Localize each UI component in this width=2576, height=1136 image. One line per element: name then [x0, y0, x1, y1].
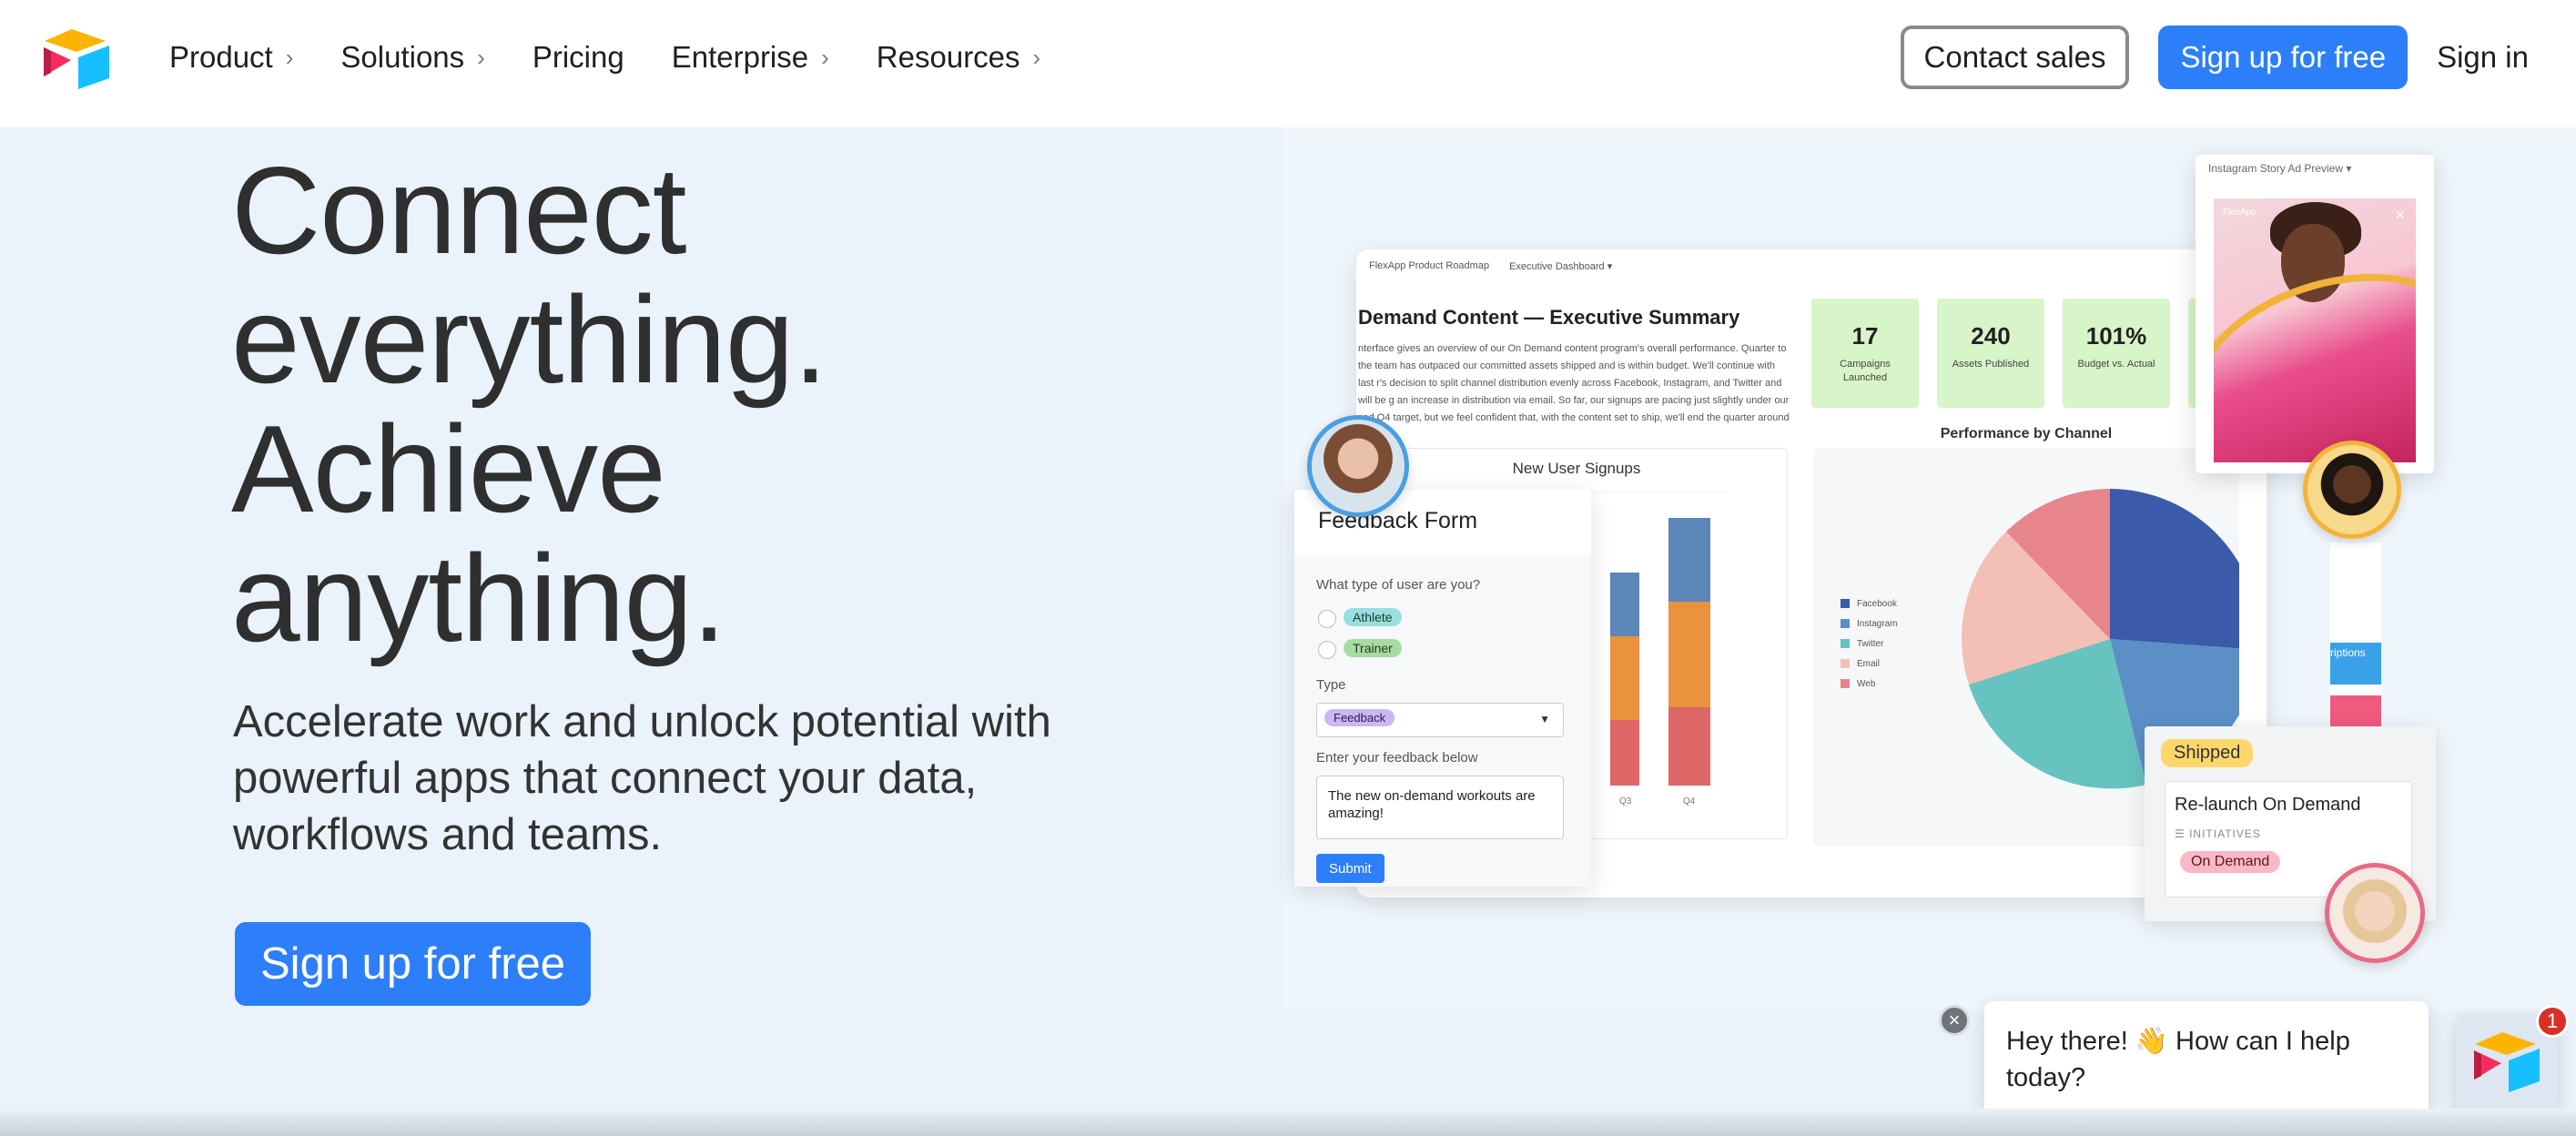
- chat-message-bubble[interactable]: Hey there! 👋 How can I help today?: [1984, 1001, 2429, 1118]
- form-body: What type of user are you? Athlete Train…: [1294, 555, 1591, 887]
- record-field-label: ☰ INITIATIVES: [2175, 827, 2261, 840]
- signin-link[interactable]: Sign in: [2437, 40, 2529, 75]
- hero-title-line: Achieve: [231, 400, 666, 538]
- side-bar-segment: riptions: [2330, 643, 2381, 685]
- instagram-preview-header[interactable]: Instagram Story Ad Preview ▾: [2208, 162, 2351, 175]
- tab-executive-dashboard[interactable]: Executive Dashboard ▾: [1509, 260, 1612, 272]
- type-label: Type: [1316, 677, 1346, 693]
- x-tick-q3: Q3: [1619, 796, 1632, 806]
- kpi-value: 101%: [2085, 322, 2147, 350]
- bar-q4-mid: [1668, 602, 1710, 707]
- type-select[interactable]: Feedback ▼: [1316, 703, 1564, 737]
- dashboard-title: Demand Content — Executive Summary: [1358, 306, 1740, 329]
- dashboard-description: nterface gives an overview of our On Dem…: [1358, 343, 1790, 441]
- nav-product[interactable]: Product ›: [169, 40, 293, 75]
- kpi-value: 17: [1851, 322, 1879, 350]
- feedback-form-card: Feedback Form What type of user are you?…: [1294, 490, 1591, 887]
- bar-q4-bot: [1668, 707, 1710, 786]
- option-trainer[interactable]: Trainer: [1344, 639, 1402, 657]
- user-avatar: [2303, 441, 2401, 539]
- record-title: Re-launch On Demand: [2175, 795, 2361, 815]
- kpi-card: 17 Campaigns Launched: [1811, 299, 1919, 408]
- nav-pricing[interactable]: Pricing: [532, 40, 624, 75]
- airtable-logo: [2474, 1032, 2540, 1092]
- hero-subtitle: Accelerate work and unlock potential wit…: [233, 697, 1051, 859]
- chevron-right-icon: ›: [477, 43, 485, 71]
- record-field-text: INITIATIVES: [2189, 827, 2261, 840]
- kpi-label: Campaigns Launched: [1840, 359, 1891, 383]
- ad-brand: FlexApp: [2223, 208, 2257, 218]
- instagram-ad-preview: Instagram Story Ad Preview ▾ FlexApp ×: [2196, 155, 2434, 473]
- bar-q4-top: [1668, 518, 1710, 602]
- nav-actions: Contact sales Sign up for free Sign in: [1900, 25, 2529, 89]
- chat-close-icon[interactable]: ×: [1939, 1005, 1970, 1036]
- pie-slice-facebook: [2110, 489, 2239, 649]
- hero-title: Connect everything. Achieve anything.: [231, 146, 1232, 663]
- close-icon: ×: [2395, 206, 2405, 224]
- hero-title-line: everything.: [231, 270, 827, 409]
- initiative-tag: On Demand: [2180, 851, 2281, 873]
- bar-q3-bot: [1610, 720, 1639, 786]
- nav-resources[interactable]: Resources ›: [877, 40, 1040, 75]
- hero-title-line: anything.: [231, 529, 726, 667]
- signup-nav-button[interactable]: Sign up for free: [2158, 25, 2409, 89]
- user-avatar: [2325, 863, 2425, 963]
- contact-sales-button[interactable]: Contact sales: [1900, 25, 2130, 89]
- tab-roadmap[interactable]: FlexApp Product Roadmap: [1369, 260, 1489, 272]
- airtable-logo[interactable]: [42, 27, 111, 89]
- user-avatar: [1307, 415, 1409, 517]
- list-icon: ☰: [2175, 827, 2190, 840]
- dashboard-tabs: FlexApp Product Roadmap Executive Dashbo…: [1369, 260, 1612, 272]
- radio-trainer[interactable]: [1318, 641, 1336, 659]
- kpi-card: 101% Budget vs. Actual: [2063, 299, 2170, 408]
- kpi-value: 240: [1971, 322, 2011, 350]
- radio-athlete[interactable]: [1318, 610, 1336, 628]
- nav-solutions[interactable]: Solutions ›: [340, 40, 484, 75]
- feedback-label: Enter your feedback below: [1316, 750, 1478, 766]
- chevron-right-icon: ›: [821, 43, 829, 71]
- dropdown-caret-icon: ▼: [1539, 713, 1550, 725]
- page-bottom-edge: [0, 1109, 2576, 1136]
- nav-pricing-label: Pricing: [532, 40, 624, 74]
- kpi-label: Assets Published: [1952, 359, 2030, 370]
- kpi-label: Budget vs. Actual: [2077, 359, 2155, 370]
- nav-links: Product › Solutions › Pricing Enterprise › …: [169, 0, 1088, 115]
- notification-badge: 1: [2536, 1005, 2569, 1038]
- chevron-right-icon: ›: [1032, 43, 1041, 71]
- nav-resources-label: Resources: [876, 40, 1020, 74]
- kpi-card: 240 Assets Published: [1937, 299, 2044, 408]
- bar-q3-mid: [1610, 636, 1639, 720]
- nav-product-label: Product: [169, 40, 273, 74]
- status-badge: Shipped: [2161, 739, 2254, 767]
- nav-solutions-label: Solutions: [340, 40, 465, 74]
- x-tick-q4: Q4: [1683, 796, 1696, 806]
- feedback-textarea[interactable]: The new on-demand workouts are amazing!: [1316, 776, 1564, 839]
- ad-photo: FlexApp ×: [2214, 198, 2416, 462]
- hero-signup-button[interactable]: Sign up for free: [235, 922, 592, 1006]
- form-question: What type of user are you?: [1316, 577, 1481, 593]
- option-athlete[interactable]: Athlete: [1344, 608, 1402, 626]
- side-stacked-bar: riptions: [2330, 543, 2381, 734]
- hero-title-line: Connect: [231, 141, 687, 279]
- top-nav: Product › Solutions › Pricing Enterprise › …: [0, 0, 2576, 127]
- nav-enterprise[interactable]: Enterprise ›: [672, 40, 829, 75]
- type-value: Feedback: [1324, 709, 1395, 726]
- nav-enterprise-label: Enterprise: [671, 40, 809, 74]
- submit-button[interactable]: Submit: [1316, 854, 1384, 883]
- performance-chart-title: Performance by Channel: [1940, 426, 2113, 441]
- bar-q3-top: [1610, 573, 1639, 636]
- chevron-right-icon: ›: [285, 43, 294, 71]
